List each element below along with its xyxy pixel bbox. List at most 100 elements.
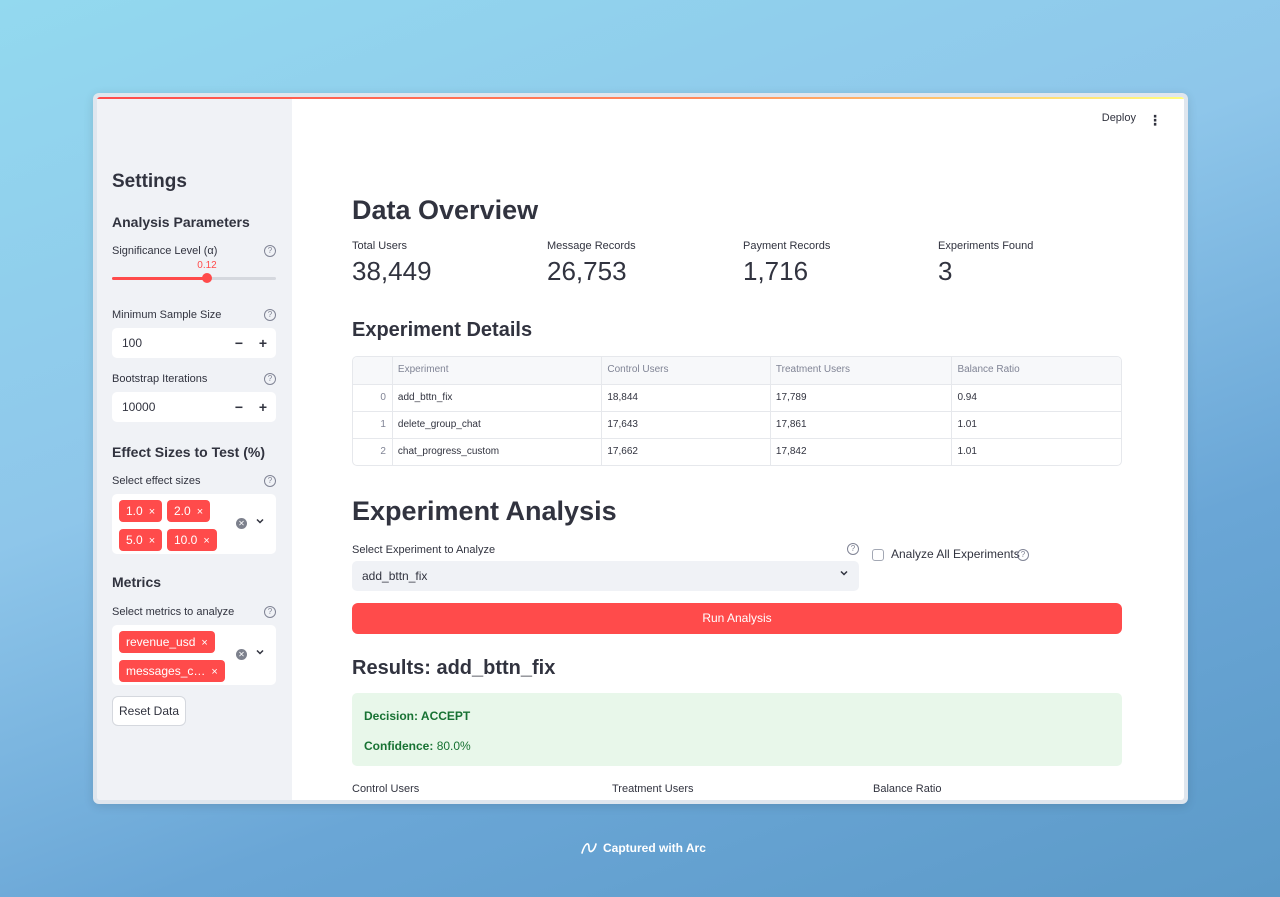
table-cell[interactable]: 1.01 (951, 439, 1121, 465)
clear-all-icon[interactable]: ✕ (236, 649, 247, 660)
table-cell[interactable]: 18,844 (601, 385, 770, 411)
table-cell[interactable]: 17,789 (769, 385, 952, 411)
decrement-button[interactable]: − (229, 397, 249, 417)
row-index: 2 (380, 446, 386, 457)
metric-value: 1,716 (743, 256, 809, 286)
column-header[interactable]: Balance Ratio (951, 357, 1121, 384)
table-cell[interactable]: 17,842 (769, 439, 952, 465)
clear-all-icon[interactable]: ✕ (236, 518, 247, 529)
table-cell[interactable]: 17,643 (601, 412, 770, 438)
help-icon[interactable]: ? (264, 373, 276, 385)
column-header[interactable] (353, 357, 392, 384)
help-icon[interactable]: ? (847, 543, 859, 555)
chevron-down-icon[interactable] (839, 568, 849, 581)
metric-tag[interactable]: messages_c… × (119, 660, 225, 682)
effect-sizes-label: Select effect sizes (112, 475, 201, 487)
table-row[interactable]: 0 add_bttn_fix 18,844 17,789 0.94 (353, 384, 1121, 411)
table-cell[interactable]: 17,861 (769, 412, 952, 438)
metric-tag[interactable]: revenue_usd × (119, 631, 215, 653)
tag-label: 1.0 (126, 504, 143, 518)
table-row[interactable]: 2 chat_progress_custom 17,662 17,842 1.0… (353, 438, 1121, 465)
bootstrap-input[interactable]: 10000 − + (112, 392, 276, 422)
effect-tag[interactable]: 10.0 × (167, 529, 217, 551)
arc-watermark: Captured with Arc (580, 840, 706, 856)
analyze-all-checkbox[interactable] (872, 549, 884, 561)
arc-logo-icon (581, 843, 597, 854)
tag-label: 5.0 (126, 533, 143, 547)
confidence-label: Confidence: (364, 739, 434, 753)
min-sample-label: Minimum Sample Size (112, 309, 222, 321)
table-cell[interactable]: add_bttn_fix (391, 385, 601, 411)
effect-sizes-multiselect[interactable]: 1.0 × 2.0 × 5.0 × 10.0 × ✕ (112, 494, 276, 554)
run-analysis-button[interactable]: Run Analysis (352, 603, 1122, 634)
balance-ratio-label: Balance Ratio (873, 783, 942, 795)
experiment-details-table[interactable]: Experiment Control Users Treatment Users… (352, 356, 1122, 466)
decrement-button[interactable]: − (229, 333, 249, 353)
effect-tag[interactable]: 2.0 × (167, 500, 211, 522)
captured-with-arc-text: Captured with Arc (603, 841, 706, 855)
result-success-box: Decision: ACCEPT Confidence: 80.0% (352, 693, 1122, 766)
column-header[interactable]: Treatment Users (769, 357, 952, 384)
browser-window: Settings Analysis Parameters Significanc… (93, 93, 1188, 804)
metric-value: 26,753 (547, 256, 627, 286)
metric-label: Message Records (547, 240, 636, 252)
table-cell[interactable]: 1.01 (951, 412, 1121, 438)
selected-experiment[interactable]: add_bttn_fix (362, 569, 427, 583)
tag-label: messages_c… (126, 664, 206, 678)
reset-data-button[interactable]: Reset Data (112, 696, 186, 726)
effect-sizes-heading: Effect Sizes to Test (%) (112, 444, 265, 460)
significance-value: 0.12 (197, 260, 217, 271)
effect-tag[interactable]: 1.0 × (119, 500, 163, 522)
remove-tag-icon[interactable]: × (203, 535, 209, 547)
confidence-text: Confidence: 80.0% (364, 739, 471, 753)
confidence-value: 80.0% (436, 739, 471, 753)
tag-label: 10.0 (174, 533, 198, 547)
remove-tag-icon[interactable]: × (211, 666, 217, 678)
help-icon[interactable]: ? (264, 245, 276, 257)
tag-label: revenue_usd (126, 635, 196, 649)
table-cell[interactable]: 17,662 (601, 439, 770, 465)
kebab-menu-icon[interactable]: ⋮ (1148, 112, 1162, 129)
metrics-label: Select metrics to analyze (112, 606, 235, 618)
metric-value: 3 (938, 256, 953, 286)
significance-slider[interactable] (112, 273, 276, 283)
table-row[interactable]: 1 delete_group_chat 17,643 17,861 1.01 (353, 411, 1121, 438)
significance-label: Significance Level (α) (112, 245, 218, 257)
remove-tag-icon[interactable]: × (197, 506, 203, 518)
metric-label: Payment Records (743, 240, 831, 252)
remove-tag-icon[interactable]: × (149, 535, 155, 547)
table-cell[interactable]: 0.94 (951, 385, 1121, 411)
metric-message-records: Message Records 26,753 (547, 240, 636, 287)
deploy-button[interactable]: Deploy (1102, 112, 1136, 124)
chevron-down-icon[interactable] (255, 647, 265, 660)
help-icon[interactable]: ? (264, 475, 276, 487)
help-icon[interactable]: ? (264, 309, 276, 321)
help-icon[interactable]: ? (1017, 549, 1029, 561)
main-content: Deploy ⋮ Data Overview Total Users 38,44… (292, 97, 1184, 800)
increment-button[interactable]: + (253, 397, 273, 417)
remove-tag-icon[interactable]: × (149, 506, 155, 518)
column-header[interactable]: Experiment (391, 357, 601, 384)
increment-button[interactable]: + (253, 333, 273, 353)
chevron-down-icon[interactable] (255, 516, 265, 529)
remove-tag-icon[interactable]: × (201, 637, 207, 649)
bootstrap-value[interactable]: 10000 (122, 400, 155, 414)
effect-tag[interactable]: 5.0 × (119, 529, 163, 551)
row-index: 1 (380, 419, 386, 430)
min-sample-value[interactable]: 100 (122, 336, 142, 350)
analyze-all-label[interactable]: Analyze All Experiments (891, 547, 1020, 561)
data-overview-title: Data Overview (352, 195, 539, 225)
metrics-multiselect[interactable]: revenue_usd × messages_c… × ✕ (112, 625, 276, 685)
help-icon[interactable]: ? (264, 606, 276, 618)
column-header[interactable]: Control Users (601, 357, 770, 384)
slider-thumb[interactable] (202, 273, 213, 283)
treatment-users-label: Treatment Users (612, 783, 694, 795)
experiment-select[interactable]: add_bttn_fix (352, 561, 859, 591)
row-index: 0 (380, 392, 386, 403)
table-header: Experiment Control Users Treatment Users… (353, 357, 1121, 384)
decision-text: Decision: ACCEPT (364, 709, 471, 723)
min-sample-input[interactable]: 100 − + (112, 328, 276, 358)
table-cell[interactable]: delete_group_chat (391, 412, 601, 438)
table-cell[interactable]: chat_progress_custom (391, 439, 601, 465)
slider-fill (112, 277, 208, 280)
